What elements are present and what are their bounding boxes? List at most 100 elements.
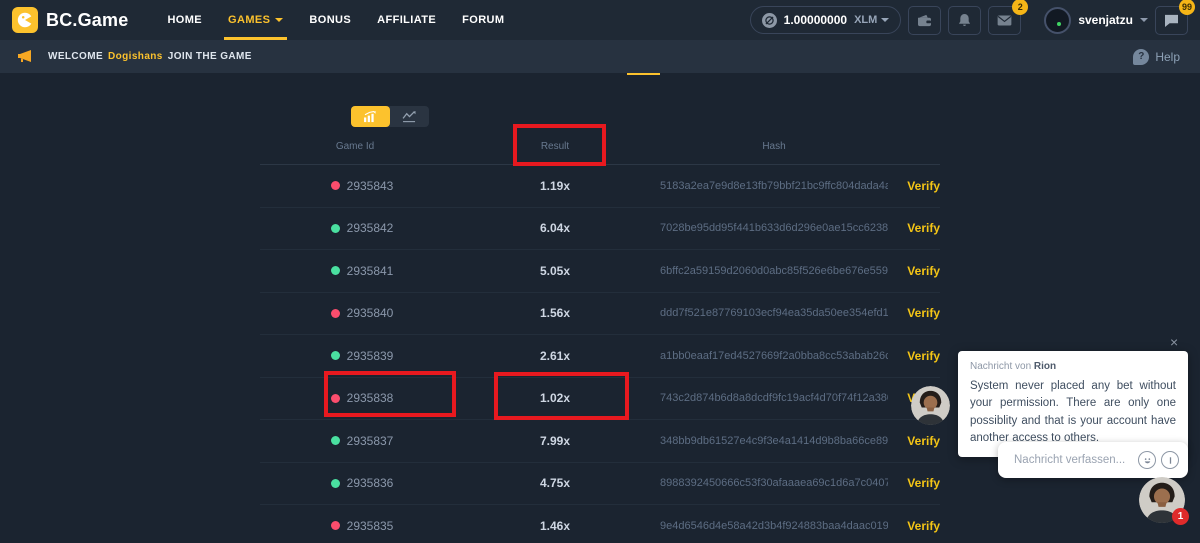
chat-message-text: System never placed any bet without your… xyxy=(970,378,1176,447)
nav-home[interactable]: HOME xyxy=(154,0,215,40)
game-id: 2935835 xyxy=(347,519,394,533)
chat-input-container xyxy=(998,442,1188,478)
status-dot xyxy=(331,436,340,445)
game-id: 2935839 xyxy=(347,349,394,363)
result-value: 2.61x xyxy=(450,349,660,363)
emoji-icon[interactable] xyxy=(1138,451,1156,469)
topbar-right: 1.00000000 XLM 2 svenjatzu 99 xyxy=(750,6,1200,35)
status-dot xyxy=(331,521,340,530)
stats-view-button[interactable] xyxy=(351,106,390,127)
table-header-row: Game Id Result Hash xyxy=(260,128,940,165)
mail-button[interactable]: 2 xyxy=(988,6,1021,35)
hash-value: 6bffc2a59159d2060d0abc85f526e6be676e5590… xyxy=(660,265,888,277)
status-dot xyxy=(331,224,340,233)
chevron-down-icon xyxy=(1140,18,1148,22)
announcement-bar: WELCOME Dogishans JOIN THE GAME ? Help xyxy=(0,40,1200,73)
hash-value: 8988392450666c53f30afaaaea69c1d6a7c0407e… xyxy=(660,477,888,489)
chevron-down-icon xyxy=(881,18,889,22)
status-dot xyxy=(331,266,340,275)
hash-value: ddd7f521e87769103ecf94ea35da50ee354efd1c… xyxy=(660,307,888,319)
wallet-button[interactable] xyxy=(908,6,941,35)
brand-logo[interactable]: BC.Game xyxy=(0,7,154,33)
table-row: 2935837 7.99x 348bb9db61527e4c9f3e4a1414… xyxy=(260,420,940,463)
table-row: 2935842 6.04x 7028be95dd95f441b633d6d296… xyxy=(260,208,940,251)
game-id: 2935840 xyxy=(347,306,394,320)
result-value: 1.46x xyxy=(450,519,660,533)
notifications-button[interactable] xyxy=(948,6,981,35)
chat-sender-avatar xyxy=(911,386,950,425)
col-header-game-id: Game Id xyxy=(260,141,450,152)
game-id: 2935842 xyxy=(347,221,394,235)
bcgame-page: BC.Game HOME GAMES BONUS AFFILIATE FORUM… xyxy=(0,0,1200,543)
verify-link[interactable]: Verify xyxy=(888,434,940,448)
result-value: 1.19x xyxy=(450,179,660,193)
table-row: 2935835 1.46x 9e4d6546d4e58a42d3b4f92488… xyxy=(260,505,940,543)
username: svenjatzu xyxy=(1078,13,1133,27)
nav-bonus[interactable]: BONUS xyxy=(296,0,364,40)
balance-selector[interactable]: 1.00000000 XLM xyxy=(750,6,902,34)
verify-link[interactable]: Verify xyxy=(888,519,940,533)
verify-link[interactable]: Verify xyxy=(888,476,940,490)
help-button[interactable]: ? Help xyxy=(1133,40,1180,73)
chat-bubble-icon xyxy=(1164,14,1179,27)
info-icon[interactable] xyxy=(1161,451,1179,469)
close-icon[interactable]: × xyxy=(1170,335,1178,349)
announcement-suffix: JOIN THE GAME xyxy=(168,51,252,62)
mail-badge: 2 xyxy=(1012,0,1028,15)
avatar xyxy=(1044,7,1071,34)
announcement-username[interactable]: Dogishans xyxy=(108,51,163,62)
verify-link[interactable]: Verify xyxy=(888,221,940,235)
table-row: 2935841 5.05x 6bffc2a59159d2060d0abc85f5… xyxy=(260,250,940,293)
nav-forum[interactable]: FORUM xyxy=(449,0,517,40)
balance-currency: XLM xyxy=(854,14,889,26)
hash-value: a1bb0eaaf17ed4527669f2a0bba8cc53abab26c6… xyxy=(660,350,888,362)
result-value: 1.02x xyxy=(450,391,660,405)
game-id: 2935843 xyxy=(347,179,394,193)
game-id: 2935841 xyxy=(347,264,394,278)
help-icon: ? xyxy=(1133,49,1149,65)
game-id: 2935838 xyxy=(347,391,394,405)
main-nav: HOME GAMES BONUS AFFILIATE FORUM xyxy=(154,0,517,40)
nav-games[interactable]: GAMES xyxy=(215,0,296,40)
help-label: Help xyxy=(1155,50,1180,64)
nav-affiliate[interactable]: AFFILIATE xyxy=(364,0,449,40)
table-row: 2935840 1.56x ddd7f521e87769103ecf94ea35… xyxy=(260,293,940,336)
hash-value: 5183a2ea7e9d8e13fb79bbf21bc9ffc804dada4a… xyxy=(660,180,888,192)
chat-button[interactable]: 99 xyxy=(1155,6,1188,35)
brand-name: BC.Game xyxy=(46,10,128,31)
coin-icon xyxy=(762,13,777,28)
announcement-text: WELCOME Dogishans JOIN THE GAME xyxy=(48,51,252,62)
hash-value: 348bb9db61527e4c9f3e4a1414d9b8ba66ce8970… xyxy=(660,435,888,447)
hash-value: 7028be95dd95f441b633d6d296e0ae15cc6238dd… xyxy=(660,222,888,234)
table-row: 2935836 4.75x 8988392450666c53f30afaaaea… xyxy=(260,463,940,506)
status-dot xyxy=(331,309,340,318)
status-dot xyxy=(331,351,340,360)
hash-value: 743c2d874b6d8a8dcdf9fc19acf4d70f74f12a38… xyxy=(660,392,888,404)
megaphone-icon xyxy=(17,49,33,68)
bell-icon xyxy=(958,13,971,27)
bcgame-logo-icon xyxy=(12,7,38,33)
col-header-hash: Hash xyxy=(660,141,888,152)
trend-chart-icon xyxy=(402,111,417,123)
result-value: 7.99x xyxy=(450,434,660,448)
verify-link[interactable]: Verify xyxy=(888,179,940,193)
view-toggle xyxy=(351,106,429,127)
unread-count-badge: 1 xyxy=(1172,508,1189,525)
user-menu[interactable]: svenjatzu xyxy=(1044,7,1148,34)
table-row: 2935839 2.61x a1bb0eaaf17ed4527669f2a0bb… xyxy=(260,335,940,378)
chat-message-from: Nachricht von Rion xyxy=(970,361,1176,372)
hash-value: 9e4d6546d4e58a42d3b4f924883baa4daac019ce… xyxy=(660,520,888,532)
result-value: 1.56x xyxy=(450,306,660,320)
chat-input[interactable] xyxy=(1012,453,1133,467)
bar-chart-icon xyxy=(363,111,378,123)
trend-view-button[interactable] xyxy=(390,106,429,127)
verify-link[interactable]: Verify xyxy=(888,264,940,278)
chevron-down-icon xyxy=(275,18,283,22)
game-id: 2935837 xyxy=(347,434,394,448)
mail-icon xyxy=(997,15,1012,26)
top-bar: BC.Game HOME GAMES BONUS AFFILIATE FORUM… xyxy=(0,0,1200,40)
balance-amount: 1.00000000 xyxy=(784,13,847,27)
wallet-icon xyxy=(917,14,932,27)
verify-link[interactable]: Verify xyxy=(888,306,940,320)
verify-link[interactable]: Verify xyxy=(888,349,940,363)
